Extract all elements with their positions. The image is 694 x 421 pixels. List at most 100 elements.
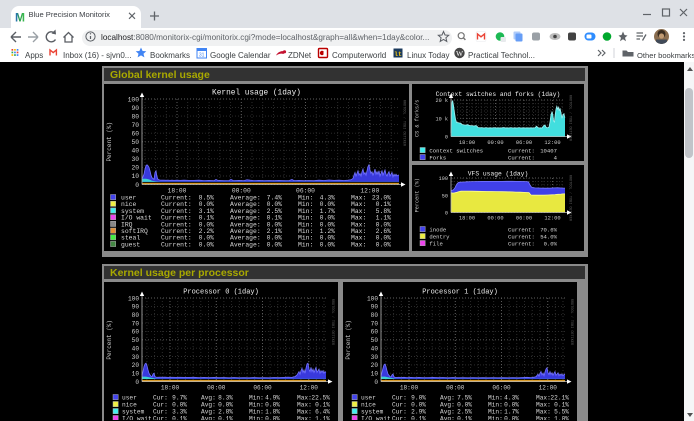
svg-text:100: 100 (128, 295, 139, 302)
svg-text:2.9%: 2.9% (411, 409, 426, 416)
svg-text:40: 40 (371, 346, 379, 353)
svg-text:70.6%: 70.6% (540, 227, 557, 234)
svg-text:Cur:: Cur: (392, 416, 407, 421)
svg-text:0.0%: 0.0% (504, 416, 519, 421)
svg-text:12:00: 12:00 (300, 385, 319, 392)
svg-text:Avg:: Avg: (440, 416, 455, 421)
svg-text:Max:: Max: (297, 409, 312, 416)
svg-text:RRDTOOL / TOBI OETIKER: RRDTOOL / TOBI OETIKER (330, 299, 335, 346)
svg-text:70: 70 (131, 122, 139, 129)
svg-text:00:00: 00:00 (232, 188, 251, 195)
svg-text:nice: nice (361, 402, 376, 409)
svg-text:VFS usage (1day): VFS usage (1day) (468, 171, 528, 178)
svg-text:0.0%: 0.0% (172, 402, 187, 409)
svg-text:90: 90 (131, 105, 139, 112)
svg-text:Percent (%): Percent (%) (106, 122, 113, 162)
svg-text:30: 30 (131, 156, 139, 163)
svg-text:10 k: 10 k (436, 116, 448, 122)
svg-text:60: 60 (371, 329, 379, 336)
svg-text:00:00: 00:00 (487, 216, 503, 222)
svg-text:70: 70 (371, 320, 379, 327)
svg-text:Cur:: Cur: (392, 409, 407, 416)
svg-text:18:00: 18:00 (161, 385, 180, 392)
svg-text:18:00: 18:00 (168, 188, 187, 195)
svg-text:06:00: 06:00 (492, 385, 511, 392)
svg-text:Max:: Max: (297, 416, 312, 421)
svg-text:Cur:: Cur: (392, 395, 407, 402)
svg-text:5.5%: 5.5% (554, 409, 569, 416)
svg-text:Min:: Min: (249, 395, 264, 402)
svg-text:60: 60 (132, 329, 140, 336)
svg-text:nice: nice (122, 402, 137, 409)
svg-text:80: 80 (132, 312, 140, 319)
svg-text:0.0%: 0.0% (199, 241, 215, 248)
svg-text:06:00: 06:00 (253, 385, 272, 392)
svg-text:0.0%: 0.0% (504, 402, 519, 409)
svg-text:0.0%: 0.0% (218, 402, 233, 409)
svg-text:Cur:: Cur: (153, 395, 168, 402)
svg-text:0.1%: 0.1% (457, 416, 472, 421)
svg-text:Percent (%): Percent (%) (414, 178, 420, 212)
svg-text:dentry: dentry (429, 234, 450, 241)
svg-text:00:00: 00:00 (207, 385, 226, 392)
svg-text:0.0%: 0.0% (320, 241, 336, 248)
svg-text:00:00: 00:00 (487, 140, 503, 146)
svg-text:4.3%: 4.3% (504, 395, 519, 402)
svg-text:Max:: Max: (536, 402, 551, 409)
svg-text:0.0%: 0.0% (544, 241, 558, 248)
svg-text:RRDTOOL / TOBI OETIKER: RRDTOOL / TOBI OETIKER (402, 100, 407, 147)
svg-text:3.3%: 3.3% (172, 409, 187, 416)
svg-text:20: 20 (371, 362, 379, 369)
svg-text:file: file (429, 241, 442, 248)
svg-text:Average:: Average: (230, 241, 261, 248)
svg-text:0.1%: 0.1% (315, 402, 330, 409)
svg-text:0.1%: 0.1% (218, 416, 233, 421)
svg-text:Context switches: Context switches (429, 148, 483, 155)
svg-text:20 k: 20 k (436, 98, 448, 104)
svg-text:0.1%: 0.1% (172, 416, 187, 421)
svg-text:Max:: Max: (536, 409, 551, 416)
svg-text:30: 30 (371, 354, 379, 361)
svg-text:Processor 1 (1day): Processor 1 (1day) (422, 289, 498, 297)
svg-text:guest: guest (121, 241, 140, 248)
svg-text:Cur:: Cur: (153, 402, 168, 409)
svg-text:10407: 10407 (540, 148, 557, 155)
svg-text:4.9%: 4.9% (265, 395, 280, 402)
svg-text:Cur:: Cur: (153, 409, 168, 416)
svg-text:Current:: Current: (508, 148, 535, 155)
svg-text:1.0%: 1.0% (554, 416, 569, 421)
svg-text:100: 100 (128, 96, 140, 103)
svg-text:20: 20 (132, 362, 140, 369)
svg-text:2.8%: 2.8% (218, 409, 233, 416)
svg-text:Avg:: Avg: (440, 409, 455, 416)
svg-text:1.1%: 1.1% (315, 416, 330, 421)
svg-text:inode: inode (429, 227, 446, 234)
svg-text:0: 0 (445, 135, 448, 141)
svg-text:9.0%: 9.0% (411, 395, 426, 402)
svg-text:54.0%: 54.0% (540, 234, 557, 241)
svg-text:50: 50 (442, 193, 448, 199)
svg-text:10: 10 (132, 371, 140, 378)
svg-text:Avg:: Avg: (440, 402, 455, 409)
svg-text:I/O wait: I/O wait (122, 416, 152, 421)
svg-text:RRDTOOL / TOBI OETIKER: RRDTOOL / TOBI OETIKER (569, 299, 574, 346)
svg-text:0.0%: 0.0% (265, 416, 280, 421)
svg-text:80: 80 (371, 312, 379, 319)
svg-text:Max:: Max: (351, 241, 366, 248)
svg-text:Kernel usage (1day): Kernel usage (1day) (212, 90, 301, 98)
svg-text:12:00: 12:00 (360, 188, 379, 195)
svg-text:50: 50 (132, 337, 140, 344)
svg-text:40: 40 (131, 148, 139, 155)
svg-text:Avg:: Avg: (201, 402, 216, 409)
svg-text:user: user (122, 395, 137, 402)
svg-text:Min:: Min: (488, 416, 503, 421)
svg-text:Max:: Max: (297, 402, 312, 409)
svg-text:10: 10 (131, 173, 139, 180)
svg-text:Min:: Min: (249, 416, 264, 421)
svg-text:90: 90 (132, 304, 140, 311)
svg-text:0: 0 (374, 379, 378, 386)
svg-text:70: 70 (132, 320, 140, 327)
svg-text:Min:: Min: (249, 402, 264, 409)
svg-text:12:00: 12:00 (544, 140, 560, 146)
svg-text:CS & forks/s: CS & forks/s (415, 100, 421, 137)
